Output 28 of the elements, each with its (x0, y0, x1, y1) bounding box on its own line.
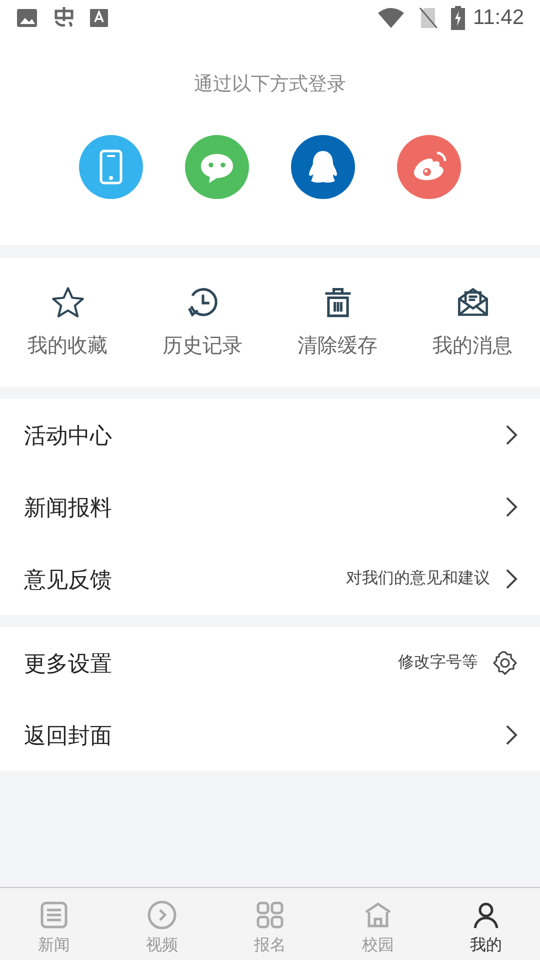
mail-shortcut[interactable]: 我的消息 (405, 284, 540, 360)
trash-shortcut[interactable]: 清除缓存 (270, 284, 405, 360)
menu-row[interactable]: 返回封面 (0, 699, 540, 771)
font-icon (90, 8, 108, 28)
clock-text: 11:42 (473, 5, 524, 32)
star-icon (50, 284, 84, 318)
chevron-icon (504, 724, 518, 746)
chevron-icon (504, 568, 518, 590)
settings-icon (492, 650, 518, 676)
star-shortcut[interactable]: 我的收藏 (0, 284, 135, 360)
menu-row[interactable]: 更多设置 修改字号等 (0, 627, 540, 699)
menu-row[interactable]: 意见反馈 对我们的意见和建议 (0, 543, 540, 615)
menu-row[interactable]: 活动中心 (0, 399, 540, 471)
login-title: 通过以下方式登录 (194, 73, 346, 97)
tab[interactable]: 我的 (432, 888, 540, 960)
chevron-icon (504, 424, 518, 446)
video-icon (147, 900, 177, 930)
image-icon (16, 8, 38, 28)
no-sim-icon (419, 7, 437, 29)
wifi-icon (377, 7, 405, 29)
news-icon (39, 900, 69, 930)
person-icon (471, 900, 501, 930)
chevron-icon (504, 496, 518, 518)
campus-icon (363, 900, 393, 930)
grid-icon (255, 900, 285, 930)
battery-icon (451, 6, 465, 30)
menu-row[interactable]: 新闻报料 (0, 471, 540, 543)
history-shortcut[interactable]: 历史记录 (135, 284, 270, 360)
